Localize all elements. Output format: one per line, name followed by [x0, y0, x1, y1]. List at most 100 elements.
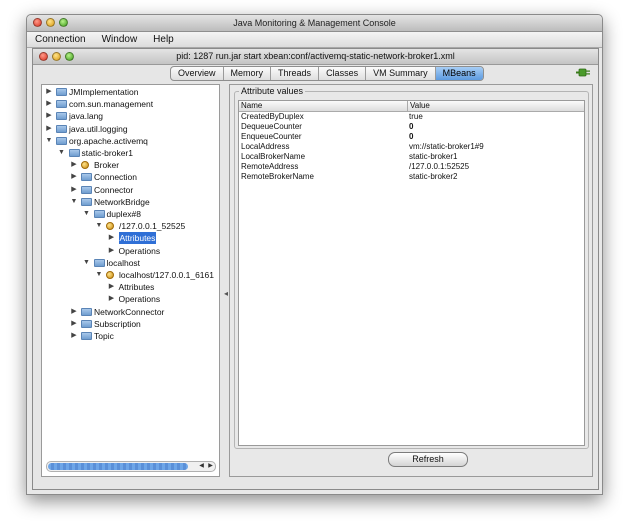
scroll-left-arrow-icon[interactable]: ◀ — [197, 462, 206, 471]
folder-icon — [93, 210, 105, 218]
tab-mbeans[interactable]: MBeans — [435, 67, 483, 80]
internal-frame-titlebar[interactable]: pid: 1287 run.jar start xbean:conf/activ… — [33, 49, 598, 65]
tree-item[interactable]: ▼ org.apache.activemq — [42, 135, 218, 147]
collapsed-triangle-icon[interactable]: ▶ — [45, 110, 53, 122]
collapsed-triangle-icon[interactable]: ▶ — [70, 330, 78, 342]
split-pane-divider[interactable]: ◂ — [224, 289, 228, 298]
internal-minimize-button[interactable] — [52, 52, 61, 61]
tree-item[interactable]: ▼ duplex#8 — [42, 208, 218, 220]
scroll-right-arrow-icon[interactable]: ▶ — [206, 462, 215, 471]
tree-item[interactable]: ▶ Attributes — [42, 232, 218, 245]
collapsed-triangle-icon[interactable]: ▶ — [70, 159, 78, 171]
tree-item[interactable]: ▶ Operations — [42, 293, 218, 305]
minimize-window-button[interactable] — [46, 18, 55, 27]
collapsed-triangle-icon[interactable]: ▶ — [70, 171, 78, 183]
tree-item[interactable]: ▼ /127.0.0.1_52525 — [42, 220, 218, 232]
column-header-name[interactable]: Name — [239, 101, 407, 111]
folder-icon — [81, 185, 92, 194]
tab-overview[interactable]: Overview — [171, 67, 224, 80]
zoom-window-button[interactable] — [59, 18, 68, 27]
table-row[interactable]: RemoteAddress/127.0.0.1:52525 — [239, 162, 584, 172]
tab-memory[interactable]: Memory — [224, 67, 272, 80]
attribute-values-group: Attribute values Name Value CreatedByDup… — [234, 86, 589, 449]
folder-icon — [56, 136, 67, 145]
expanded-triangle-icon[interactable]: ▼ — [45, 135, 53, 147]
attribute-value: true — [409, 112, 423, 121]
table-row[interactable]: CreatedByDuplex true — [239, 112, 584, 122]
internal-zoom-button[interactable] — [65, 52, 74, 61]
attribute-name: RemoteBrokerName — [241, 172, 314, 181]
internal-close-button[interactable] — [39, 52, 48, 61]
tree-item[interactable]: ▶ Connector — [42, 184, 218, 196]
tree-item[interactable]: ▶ Attributes — [42, 281, 218, 293]
tree-item[interactable]: ▶ Subscription — [42, 318, 218, 330]
tree-horizontal-scrollbar[interactable]: ◀ ▶ — [46, 461, 216, 472]
folder-icon — [56, 112, 67, 121]
mbean-tree[interactable]: ▶ JMImplementation ▶ com.sun.management ▶ jav… — [41, 84, 220, 477]
tree-item-label: localhost/127.0.0.1_6161 — [119, 270, 214, 280]
mbean-icon — [81, 161, 89, 170]
tree-item[interactable]: ▼ static-broker1 — [42, 147, 218, 159]
tree-item[interactable]: ▶ java.lang — [42, 110, 218, 122]
collapsed-triangle-icon[interactable]: ▶ — [70, 184, 78, 196]
connection-plug-icon — [576, 68, 590, 77]
table-row[interactable]: EnqueueCounter 0 — [239, 132, 584, 142]
expanded-triangle-icon[interactable]: ▼ — [95, 269, 103, 281]
column-header-value[interactable]: Value — [407, 101, 584, 111]
tree-item[interactable]: ▶ Topic — [42, 330, 218, 342]
collapsed-triangle-icon[interactable]: ▶ — [108, 245, 116, 257]
collapsed-triangle-icon[interactable]: ▶ — [45, 98, 53, 110]
mbean-icon — [106, 271, 114, 279]
scrollbar-thumb[interactable] — [48, 463, 188, 470]
tree-item[interactable]: ▼ localhost/127.0.0.1_6161 — [42, 269, 218, 281]
collapsed-triangle-icon[interactable]: ▶ — [70, 306, 78, 318]
collapsed-triangle-icon[interactable]: ▶ — [45, 123, 53, 135]
expanded-triangle-icon[interactable]: ▼ — [70, 196, 78, 208]
table-row[interactable]: LocalAddress vm://static-broker1#9 — [239, 142, 584, 152]
collapsed-triangle-icon[interactable]: ▶ — [45, 86, 53, 98]
menu-help[interactable]: Help — [145, 32, 182, 47]
menu-connection[interactable]: Connection — [27, 32, 94, 47]
tree-item[interactable]: ▶ NetworkConnector — [42, 306, 218, 318]
tree-item-label: Connection — [94, 172, 138, 183]
tree-item-label: org.apache.activemq — [69, 135, 148, 146]
tree-item[interactable]: ▶ Broker — [42, 159, 218, 171]
tree-item-label: duplex#8 — [106, 209, 142, 219]
tree-item-label: NetworkBridge — [94, 196, 150, 207]
expanded-triangle-icon[interactable]: ▼ — [83, 208, 91, 220]
tree-item-label: Operations — [118, 294, 161, 305]
collapsed-triangle-icon[interactable]: ▶ — [108, 281, 116, 293]
table-row[interactable]: DequeueCounter 0 — [239, 122, 584, 132]
table-row[interactable]: RemoteBrokerName static-broker2 — [239, 172, 584, 182]
tree-item[interactable]: ▶ Connection — [42, 171, 218, 183]
attribute-name: CreatedByDuplex — [241, 112, 304, 121]
collapsed-triangle-icon[interactable]: ▶ — [108, 293, 116, 305]
collapsed-triangle-icon[interactable]: ▶ — [70, 318, 78, 330]
expanded-triangle-icon[interactable]: ▼ — [58, 147, 66, 159]
tree-item[interactable]: ▼ localhost — [42, 257, 218, 269]
tree-item[interactable]: ▶ JMImplementation — [42, 86, 218, 98]
window-titlebar[interactable]: Java Monitoring & Management Console — [27, 15, 602, 32]
menu-bar: Connection Window Help — [27, 32, 602, 48]
close-window-button[interactable] — [33, 18, 42, 27]
tab-vm-summary[interactable]: VM Summary — [366, 67, 436, 80]
tab-classes[interactable]: Classes — [319, 67, 367, 80]
table-row[interactable]: LocalBrokerName static-broker1 — [239, 152, 584, 162]
tree-item-label: Subscription — [94, 318, 141, 329]
folder-icon — [81, 173, 92, 182]
tree-item[interactable]: ▶ Operations — [42, 245, 218, 257]
tree-item[interactable]: ▶ com.sun.management — [42, 98, 218, 110]
tree-item-label: Attributes — [118, 232, 157, 245]
menu-window[interactable]: Window — [94, 32, 146, 47]
tab-threads[interactable]: Threads — [271, 67, 320, 80]
tree-item[interactable]: ▼ NetworkBridge — [42, 196, 218, 208]
collapsed-triangle-icon[interactable]: ▶ — [108, 232, 116, 244]
attribute-table[interactable]: Name Value CreatedByDuplex true DequeueCou… — [238, 100, 585, 446]
expanded-triangle-icon[interactable]: ▼ — [83, 257, 91, 269]
refresh-button[interactable]: Refresh — [388, 452, 468, 467]
folder-icon — [56, 88, 67, 96]
tree-item-label: com.sun.management — [69, 99, 154, 110]
tree-item[interactable]: ▶ java.util.logging — [42, 123, 218, 135]
expanded-triangle-icon[interactable]: ▼ — [95, 220, 103, 232]
attribute-values-legend: Attribute values — [239, 86, 306, 96]
